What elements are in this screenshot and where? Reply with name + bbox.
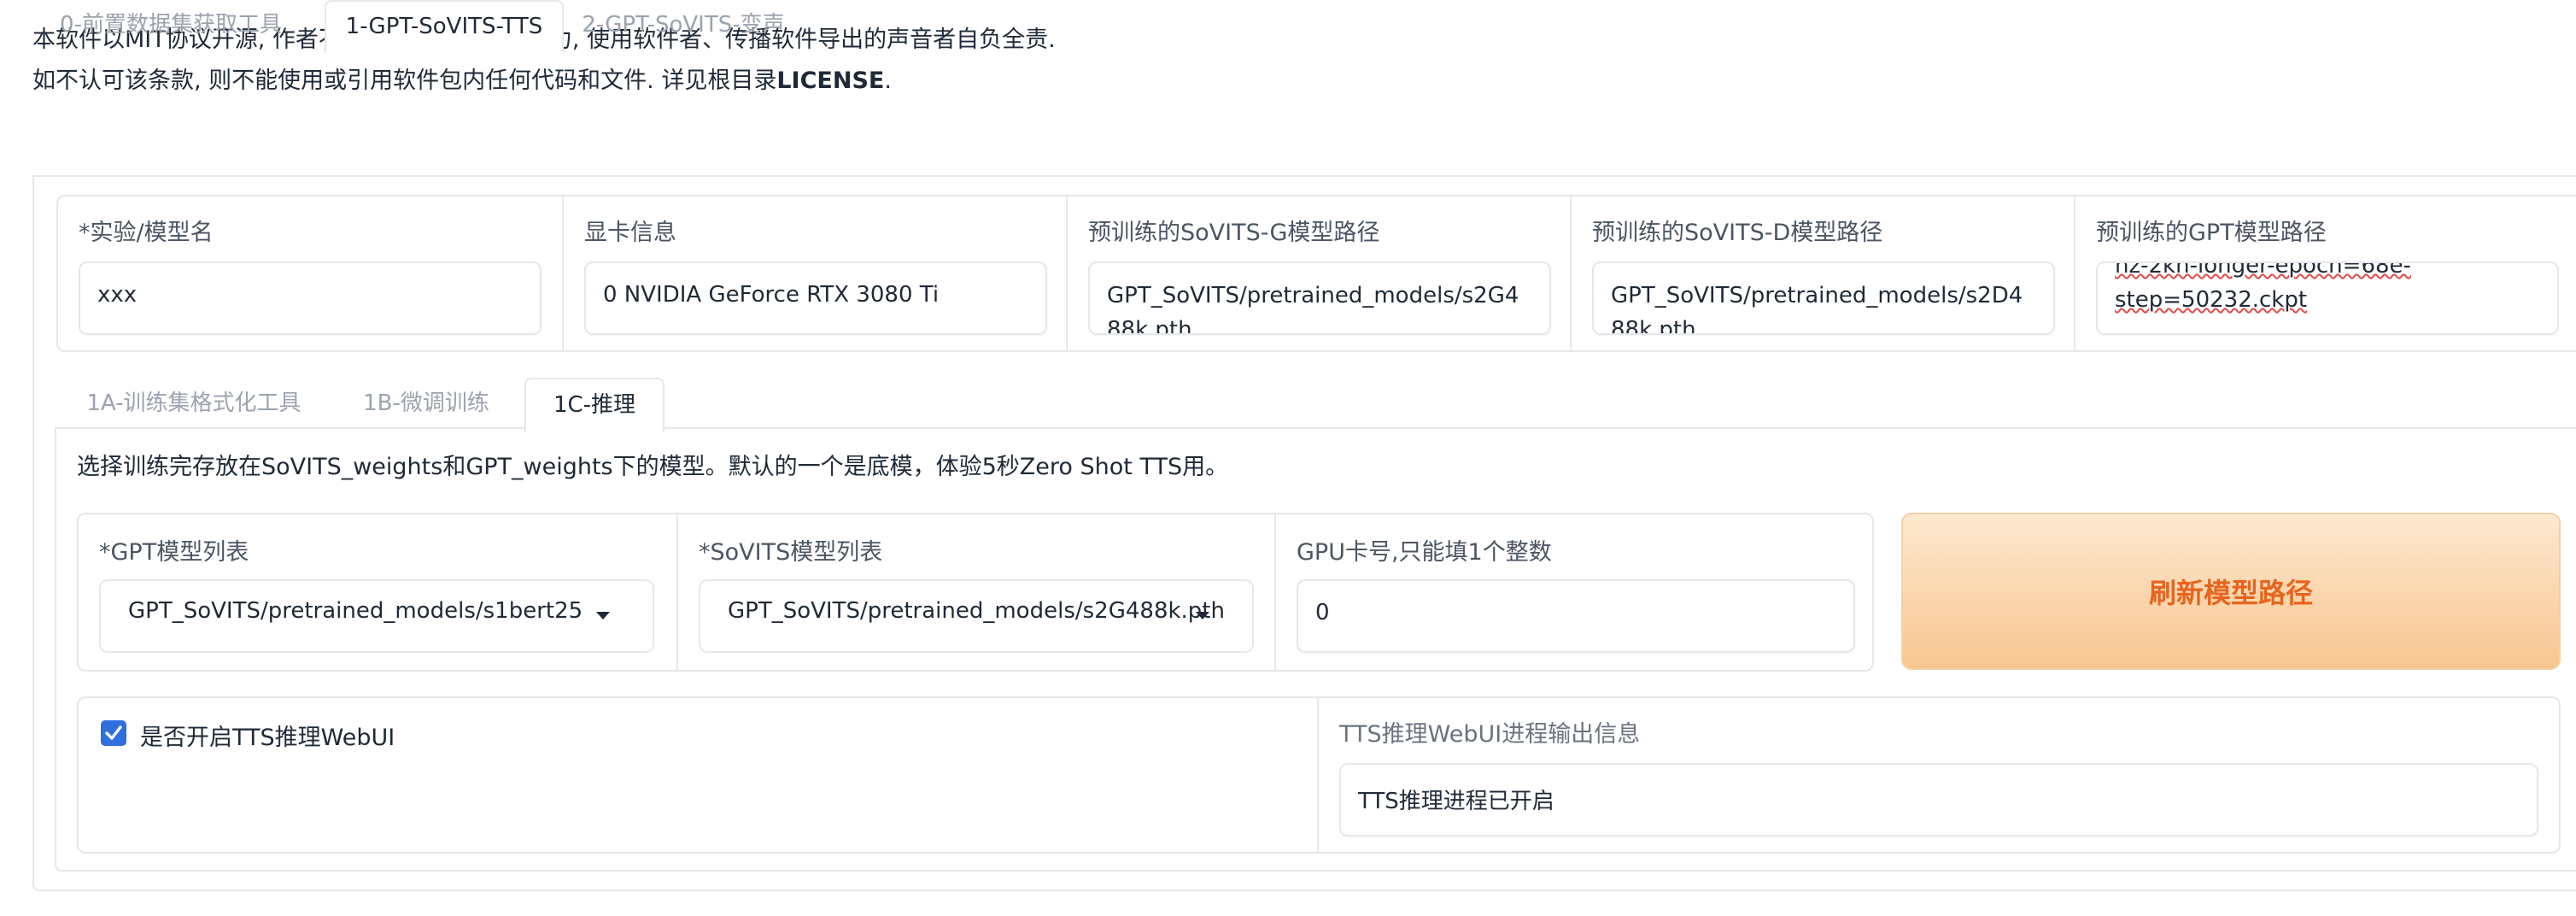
gpu-number-value: 0 [1315,600,1330,625]
sovits-d-path-cell: 预训练的SoVITS-D模型路径 GPT_SoVITS/pretrained_m… [1570,197,2075,350]
gpt-model-selected: GPT_SoVITS/pretrained_models/s1bert25hz-… [128,598,581,624]
webui-output-value: TTS推理进程已开启 [1358,789,1554,814]
checkmark-icon [105,725,122,740]
sovits-list-label: *SoVITS模型列表 [699,539,883,566]
chevron-down-icon [596,612,610,619]
enable-tts-webui-checkbox[interactable] [101,720,126,746]
webui-output-field[interactable]: TTS推理进程已开启 [1339,763,2538,837]
sovits-list-cell: *SoVITS模型列表 GPT_SoVITS/pretrained_models… [676,514,1276,670]
gpt-model-dropdown[interactable]: GPT_SoVITS/pretrained_models/s1bert25hz-… [99,579,654,653]
experiment-name-value: xxx [97,282,138,308]
license-notice-period: . [884,68,892,94]
gpt-path-cell: 预训练的GPT模型路径 hz-2kh-longer-epoch=68e- ste… [2074,197,2576,350]
gpu-number-label: GPU卡号,只能填1个整数 [1297,539,1552,566]
sovits-g-path-value: GPT_SoVITS/pretrained_models/s2G488k.pth [1107,283,1519,335]
gpt-list-cell: *GPT模型列表 GPT_SoVITS/pretrained_models/s1… [79,514,676,670]
chevron-down-icon [1196,612,1209,619]
model-select-group: *GPT模型列表 GPT_SoVITS/pretrained_models/s1… [77,513,1874,672]
sovits-d-path-input[interactable]: GPT_SoVITS/pretrained_models/s2D488k.pth [1592,261,2055,335]
gpu-number-input[interactable]: 0 [1297,579,1855,653]
subtab-dataset-format[interactable]: 1A-训练集格式化工具 [61,378,326,429]
gpt-path-label: 预训练的GPT模型路径 [2096,220,2327,246]
enable-tts-webui-label[interactable]: 是否开启TTS推理WebUI [140,719,395,752]
gpu-number-cell: GPU卡号,只能填1个整数 0 [1274,514,1874,670]
gpt-path-input[interactable]: hz-2kh-longer-epoch=68e- step=50232.ckpt [2096,261,2559,335]
experiment-name-cell: *实验/模型名 xxx [58,197,562,350]
subtab-inference[interactable]: 1C-推理 [524,378,664,432]
tab-voice-conversion[interactable]: 2-GPT-SoVITS-变声 [574,0,793,50]
tab-dataset-tools[interactable]: 0-前置数据集获取工具 [34,0,307,50]
webui-output-cell: TTS推理WebUI进程输出信息 TTS推理进程已开启 [1317,698,2561,852]
sovits-model-dropdown[interactable]: GPT_SoVITS/pretrained_models/s2G488k.pth [699,579,1254,653]
experiment-name-input[interactable]: xxx [79,261,542,335]
sovits-model-selected: GPT_SoVITS/pretrained_models/s2G488k.pth [728,598,1225,624]
gpt-list-label: *GPT模型列表 [99,539,249,566]
license-notice-text: 如不认可该条款, 则不能使用或引用软件包内任何代码和文件. 详见根目录 [32,68,777,94]
sovits-d-path-value: GPT_SoVITS/pretrained_models/s2D488k.pth [1611,283,2023,335]
gpu-info-cell: 显卡信息 0 NVIDIA GeForce RTX 3080 Ti [562,197,1068,350]
sovits-g-path-input[interactable]: GPT_SoVITS/pretrained_models/s2G488k.pth [1088,261,1551,335]
experiment-name-label: *实验/模型名 [79,220,214,246]
gpu-info-value: 0 NVIDIA GeForce RTX 3080 Ti [603,282,940,308]
sovits-g-path-cell: 预训练的SoVITS-G模型路径 GPT_SoVITS/pretrained_m… [1066,197,1572,350]
gpu-info-field[interactable]: 0 NVIDIA GeForce RTX 3080 Ti [584,261,1047,335]
tts-webui-group: 是否开启TTS推理WebUI TTS推理WebUI进程输出信息 TTS推理进程已… [77,696,2561,854]
refresh-model-paths-button[interactable]: 刷新模型路径 [1901,513,2561,670]
gpu-info-label: 显卡信息 [584,220,676,246]
subtab-finetune[interactable]: 1B-微调训练 [343,378,509,429]
gpt-path-value-line-2: step=50232.ckpt [2115,287,2308,313]
inference-description: 选择训练完存放在SoVITS_weights和GPT_weights下的模型。默… [77,454,1229,480]
license-notice-emphasis: LICENSE [776,68,885,94]
license-notice-line-2: 如不认可该条款, 则不能使用或引用软件包内任何代码和文件. 详见根目录LICEN… [32,62,892,95]
enable-webui-cell: 是否开启TTS推理WebUI [79,698,1317,852]
webui-output-label: TTS推理WebUI进程输出信息 [1339,721,1641,748]
tab-gpt-sovits-tts[interactable]: 1-GPT-SoVITS-TTS [325,0,564,53]
model-config-row: *实验/模型名 xxx 显卡信息 0 NVIDIA GeForce RTX 30… [56,195,2576,352]
sovits-d-path-label: 预训练的SoVITS-D模型路径 [1592,220,1883,246]
sovits-g-path-label: 预训练的SoVITS-G模型路径 [1088,220,1380,246]
gpt-path-value-line-1: hz-2kh-longer-epoch=68e- [2115,261,2411,279]
